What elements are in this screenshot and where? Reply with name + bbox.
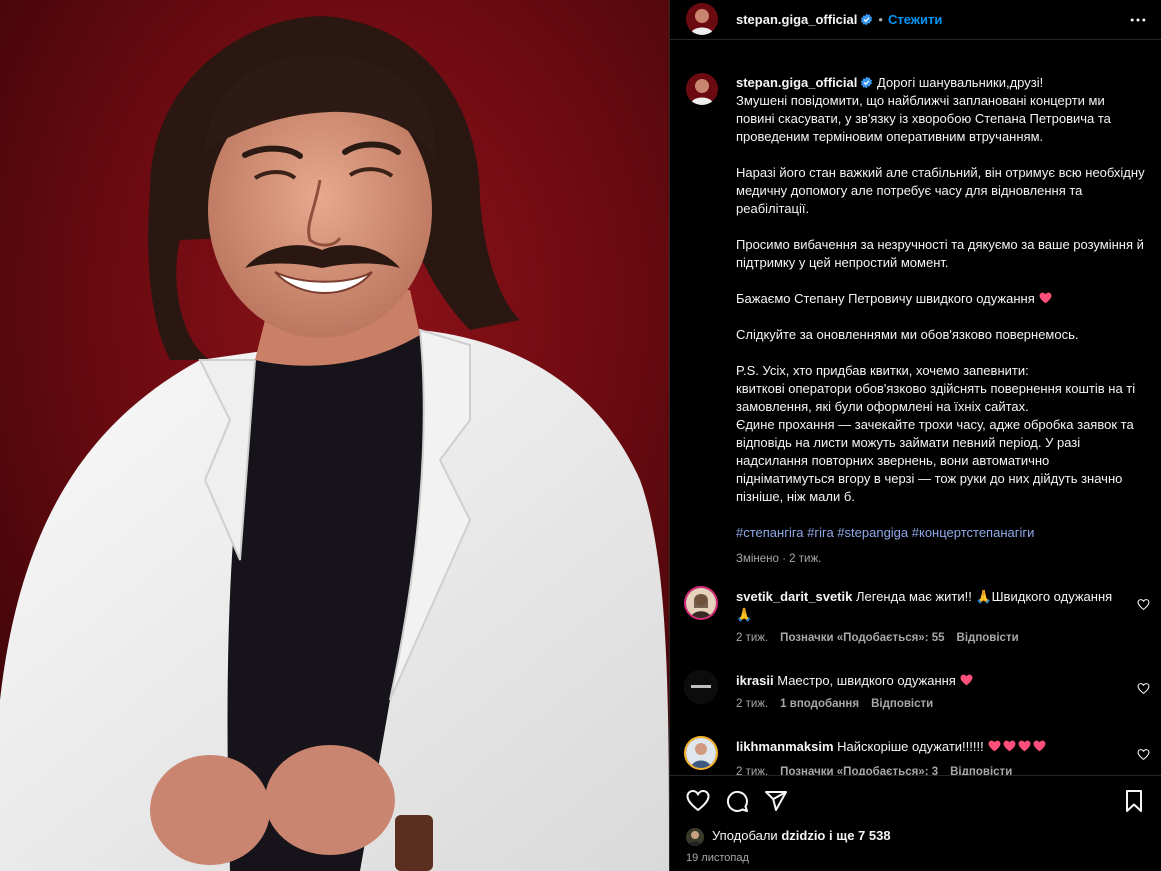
likes-count[interactable]: і ще 7 538 xyxy=(829,828,891,843)
liker-avatar[interactable] xyxy=(686,828,704,846)
pink-heart-emoji xyxy=(988,740,1001,752)
pink-heart-emoji xyxy=(1039,292,1052,304)
like-comment-icon[interactable] xyxy=(1137,598,1150,611)
comment-item: ikrasii Маестро, швидкого одужання 2 тиж… xyxy=(684,670,1150,726)
caption-line-text: Бажаємо Степану Петровичу швидкого одужа… xyxy=(736,291,1035,306)
post-caption: stepan.giga_official Дорогі шанувальники… xyxy=(736,74,1146,568)
like-comment-icon[interactable] xyxy=(1137,748,1150,761)
heart-icon[interactable] xyxy=(686,789,710,813)
comment-likes[interactable]: 1 вподобання xyxy=(780,698,859,710)
comment-body: likhmanmaksim Найскоріше одужати!!!!!! xyxy=(736,738,1126,756)
caption-line: Просимо вибачення за незручності та дяку… xyxy=(736,237,1144,270)
comment-time: 2 тиж. xyxy=(736,698,769,710)
comment-avatar[interactable] xyxy=(684,586,718,620)
follow-button[interactable]: Стежити xyxy=(888,12,942,27)
author-avatar[interactable] xyxy=(686,3,718,35)
caption-paragraph: stepan.giga_official Дорогі шанувальники… xyxy=(736,74,1146,146)
verified-badge-icon xyxy=(861,76,873,89)
reply-button[interactable]: Відповісти xyxy=(957,632,1019,644)
caption-line: Бажаємо Степану Петровичу швидкого одужа… xyxy=(736,290,1146,308)
separator-dot: • xyxy=(878,12,883,27)
post-footer: Уподобали dzidzio і ще 7 538 19 листопад xyxy=(670,775,1161,871)
likes-summary[interactable]: Уподобали dzidzio і ще 7 538 xyxy=(712,828,891,843)
comment-time: 2 тиж. xyxy=(736,632,769,644)
reply-button[interactable]: Відповісти xyxy=(950,766,1012,775)
caption-username[interactable]: stepan.giga_official xyxy=(736,75,857,90)
caption-line: Наразі його стан важкий але стабільний, … xyxy=(736,165,1145,216)
more-options-icon[interactable] xyxy=(1128,10,1148,30)
comment-item: svetik_darit_svetik Легенда має жити!! 🙏… xyxy=(684,586,1150,658)
caption-author-avatar[interactable] xyxy=(686,73,718,105)
comment-body: ikrasii Маестро, швидкого одужання xyxy=(736,672,1126,690)
edited-time: 2 тиж. xyxy=(789,553,822,565)
comment-meta: 2 тиж. Позначки «Подобається»: 3 Відповіст… xyxy=(736,766,1024,775)
comment-meta: 2 тиж. 1 вподобання Відповісти xyxy=(736,698,945,710)
pink-heart-emoji xyxy=(1018,740,1031,752)
comment-likes[interactable]: Позначки «Подобається»: 3 xyxy=(780,766,938,775)
liker-username[interactable]: dzidzio xyxy=(781,828,825,843)
comment-item: likhmanmaksim Найскоріше одужати!!!!!! 2… xyxy=(684,736,1150,775)
post-side-panel: stepan.giga_official • Стежити stepan.giga… xyxy=(669,0,1161,871)
caption-line: P.S. Усіх, хто придбав квитки, хочемо за… xyxy=(736,363,1136,504)
reply-button[interactable]: Відповісти xyxy=(871,698,933,710)
post-photo[interactable] xyxy=(0,0,669,871)
comment-icon[interactable] xyxy=(725,789,749,813)
post-date[interactable]: 19 листопад xyxy=(686,852,749,864)
likes-prefix: Уподобали xyxy=(712,828,778,843)
comment-time: 2 тиж. xyxy=(736,766,769,775)
comment-username[interactable]: ikrasii xyxy=(736,673,774,688)
bookmark-icon[interactable] xyxy=(1122,789,1146,813)
like-comment-icon[interactable] xyxy=(1137,682,1150,695)
verified-badge-icon xyxy=(861,13,873,26)
comment-avatar[interactable] xyxy=(684,670,718,704)
comment-avatar[interactable] xyxy=(684,736,718,770)
comment-text: Маестро, швидкого одужання xyxy=(777,673,956,688)
author-username[interactable]: stepan.giga_official xyxy=(736,12,857,27)
comment-body: svetik_darit_svetik Легенда має жити!! 🙏… xyxy=(736,588,1126,624)
pink-heart-emoji xyxy=(1033,740,1046,752)
comment-username[interactable]: svetik_darit_svetik xyxy=(736,589,852,604)
edited-separator: · xyxy=(782,553,786,565)
comment-meta: 2 тиж. Позначки «Подобається»: 55 Відповіс… xyxy=(736,632,1031,644)
post-header: stepan.giga_official • Стежити xyxy=(670,0,1161,40)
caption-line: Слідкуйте за оновленнями ми обов'язково … xyxy=(736,327,1079,342)
portrait-illustration xyxy=(0,0,669,871)
edited-meta: Змінено · 2 тиж. xyxy=(736,550,1146,568)
hashtags[interactable]: #степангіга #гіга #stepangiga #концертст… xyxy=(736,524,1146,542)
comment-text: Найскоріше одужати!!!!!! xyxy=(837,739,984,754)
pink-heart-emoji xyxy=(1003,740,1016,752)
edited-label: Змінено xyxy=(736,553,779,565)
comment-likes[interactable]: Позначки «Подобається»: 55 xyxy=(780,632,944,644)
pink-heart-emoji xyxy=(961,674,973,686)
comments-scroll-area[interactable]: stepan.giga_official Дорогі шанувальники… xyxy=(670,40,1161,775)
comment-username[interactable]: likhmanmaksim xyxy=(736,739,834,754)
share-icon[interactable] xyxy=(764,789,788,813)
